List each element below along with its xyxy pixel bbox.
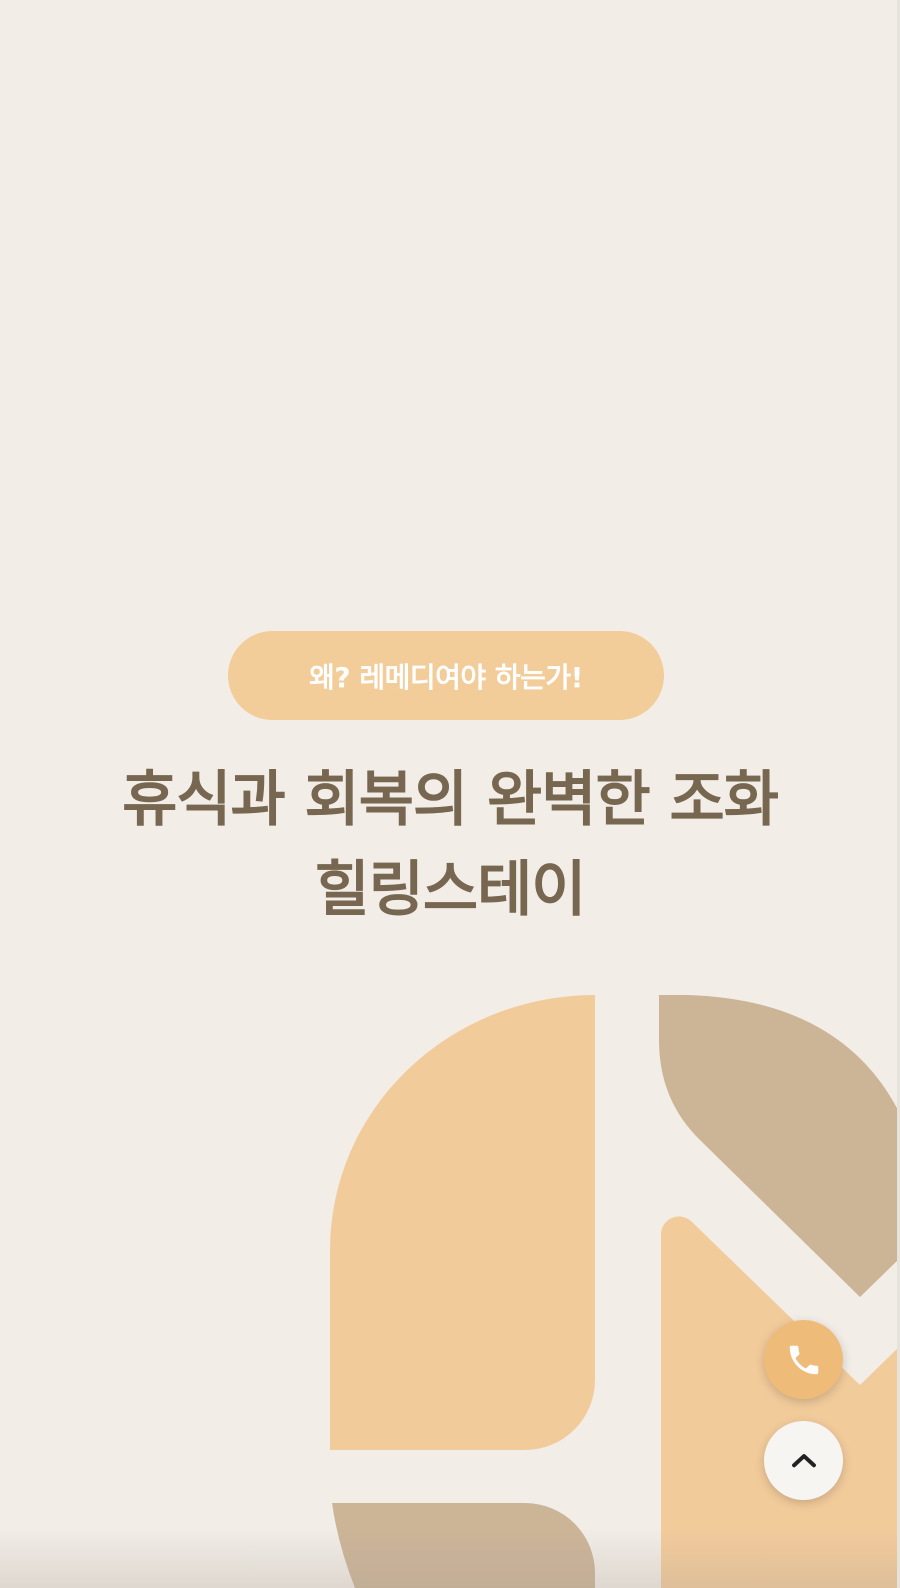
scroll-to-top-button[interactable] bbox=[764, 1421, 843, 1500]
call-button[interactable] bbox=[764, 1320, 843, 1399]
chevron-up-icon bbox=[791, 1453, 816, 1467]
phone-icon bbox=[789, 1345, 818, 1374]
page: 왜? 레메디여야 하는가! 휴식과 회복의 완벽한 조화 힐링스테이 bbox=[0, 0, 900, 1588]
peach-arch-shape bbox=[330, 995, 595, 1450]
tan-bottom-shape bbox=[332, 1503, 595, 1588]
